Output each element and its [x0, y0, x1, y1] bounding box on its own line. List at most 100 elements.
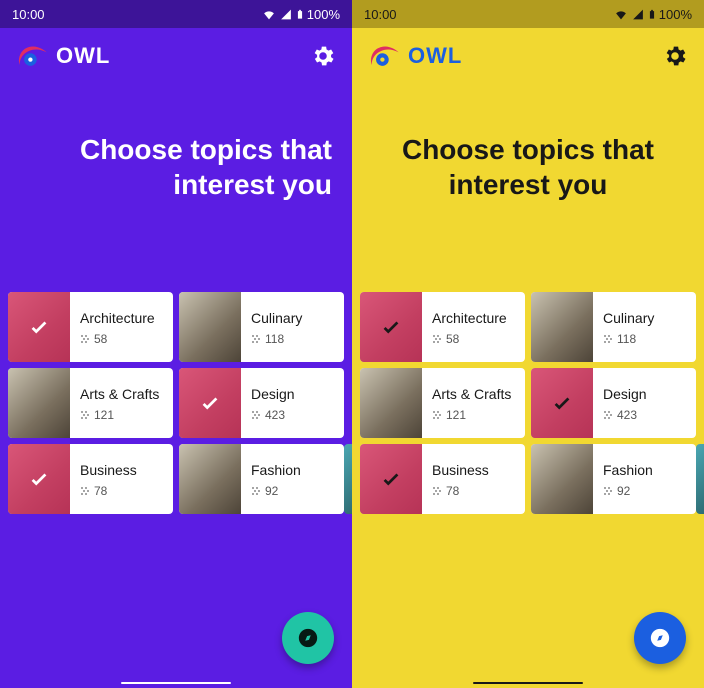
topic-title: Fashion: [603, 462, 686, 478]
topic-thumb: [8, 444, 70, 514]
wifi-icon: [261, 8, 277, 21]
explore-fab[interactable]: [282, 612, 334, 664]
topic-thumb: [360, 368, 422, 438]
topic-thumb: [531, 292, 593, 362]
topic-title: Fashion: [251, 462, 334, 478]
app-name: OWL: [56, 43, 110, 69]
owl-logo-icon: [368, 43, 404, 69]
topic-title: Arts & Crafts: [432, 386, 515, 402]
battery-icon: [647, 8, 657, 21]
topic-count: 58: [432, 332, 515, 346]
topic-thumb: [179, 368, 241, 438]
app-logo: OWL: [368, 43, 462, 69]
compass-icon: [649, 627, 671, 649]
topic-card[interactable]: Arts & Crafts 121: [360, 368, 525, 438]
status-battery: 100%: [659, 7, 692, 22]
grain-icon: [603, 410, 613, 420]
topic-count: 78: [80, 484, 163, 498]
topics-grid: Architecture 58 Culinary 118 Arts & Craf…: [0, 292, 352, 514]
app-screen-yellow: 10:00 100% OWL Choose topics that intere…: [352, 0, 704, 688]
topic-card[interactable]: Design 423: [179, 368, 344, 438]
topic-count: 118: [251, 332, 334, 346]
topic-card[interactable]: Architecture 58: [360, 292, 525, 362]
app-name: OWL: [408, 43, 462, 69]
grain-icon: [80, 410, 90, 420]
topic-count: 92: [603, 484, 686, 498]
topic-card[interactable]: Architecture 58: [8, 292, 173, 362]
topic-count: 58: [80, 332, 163, 346]
grain-icon: [432, 486, 442, 496]
check-icon: [380, 468, 402, 490]
topic-title: Culinary: [603, 310, 686, 326]
nav-indicator: [473, 682, 583, 684]
check-icon: [199, 392, 221, 414]
app-bar: OWL: [0, 28, 352, 84]
topic-title: Arts & Crafts: [80, 386, 163, 402]
topic-card[interactable]: Culinary 118: [179, 292, 344, 362]
wifi-icon: [613, 8, 629, 21]
status-right: 100%: [613, 7, 692, 22]
battery-icon: [295, 8, 305, 21]
topic-title: Design: [251, 386, 334, 402]
topic-count: 118: [603, 332, 686, 346]
topic-thumb: [531, 368, 593, 438]
topic-title: Business: [432, 462, 515, 478]
gear-icon[interactable]: [310, 43, 336, 69]
topic-card[interactable]: Arts & Crafts 121: [8, 368, 173, 438]
owl-logo-icon: [16, 43, 52, 69]
page-title: Choose topics that interest you: [352, 84, 704, 292]
grain-icon: [432, 334, 442, 344]
check-icon: [380, 316, 402, 338]
topic-count: 121: [432, 408, 515, 422]
topic-thumb: [360, 444, 422, 514]
check-icon: [551, 392, 573, 414]
grain-icon: [251, 410, 261, 420]
topic-card[interactable]: Design 423: [531, 368, 696, 438]
grain-icon: [432, 410, 442, 420]
topic-thumb: [179, 444, 241, 514]
topic-card[interactable]: Culinary 118: [531, 292, 696, 362]
topic-title: Culinary: [251, 310, 334, 326]
topic-thumb: [531, 444, 593, 514]
status-bar: 10:00 100%: [352, 0, 704, 28]
topic-card[interactable]: Fashion 92: [531, 444, 696, 514]
status-right: 100%: [261, 7, 340, 22]
signal-icon: [279, 8, 293, 21]
check-icon: [28, 468, 50, 490]
gear-icon[interactable]: [662, 43, 688, 69]
topic-count: 423: [603, 408, 686, 422]
topic-card[interactable]: Business 78: [360, 444, 525, 514]
topic-count: 92: [251, 484, 334, 498]
topic-title: Design: [603, 386, 686, 402]
app-screen-purple: 10:00 100% OWL Choose topics that intere…: [0, 0, 352, 688]
topic-thumb: [8, 292, 70, 362]
app-logo: OWL: [16, 43, 110, 69]
topic-thumb: [360, 292, 422, 362]
status-battery: 100%: [307, 7, 340, 22]
grain-icon: [603, 334, 613, 344]
grain-icon: [251, 486, 261, 496]
grain-icon: [80, 486, 90, 496]
topic-thumb: [8, 368, 70, 438]
partial-card-sliver: [344, 444, 352, 514]
status-time: 10:00: [364, 7, 397, 22]
app-bar: OWL: [352, 28, 704, 84]
partial-card-sliver: [696, 444, 704, 514]
topic-title: Architecture: [432, 310, 515, 326]
topic-title: Architecture: [80, 310, 163, 326]
compass-icon: [297, 627, 319, 649]
topics-grid: Architecture 58 Culinary 118 Arts & Craf…: [352, 292, 704, 514]
page-title: Choose topics that interest you: [0, 84, 352, 292]
nav-indicator: [121, 682, 231, 684]
topic-card[interactable]: Fashion 92: [179, 444, 344, 514]
status-time: 10:00: [12, 7, 45, 22]
topic-count: 121: [80, 408, 163, 422]
grain-icon: [80, 334, 90, 344]
status-bar: 10:00 100%: [0, 0, 352, 28]
topic-count: 423: [251, 408, 334, 422]
topic-card[interactable]: Business 78: [8, 444, 173, 514]
explore-fab[interactable]: [634, 612, 686, 664]
topic-count: 78: [432, 484, 515, 498]
signal-icon: [631, 8, 645, 21]
topic-title: Business: [80, 462, 163, 478]
